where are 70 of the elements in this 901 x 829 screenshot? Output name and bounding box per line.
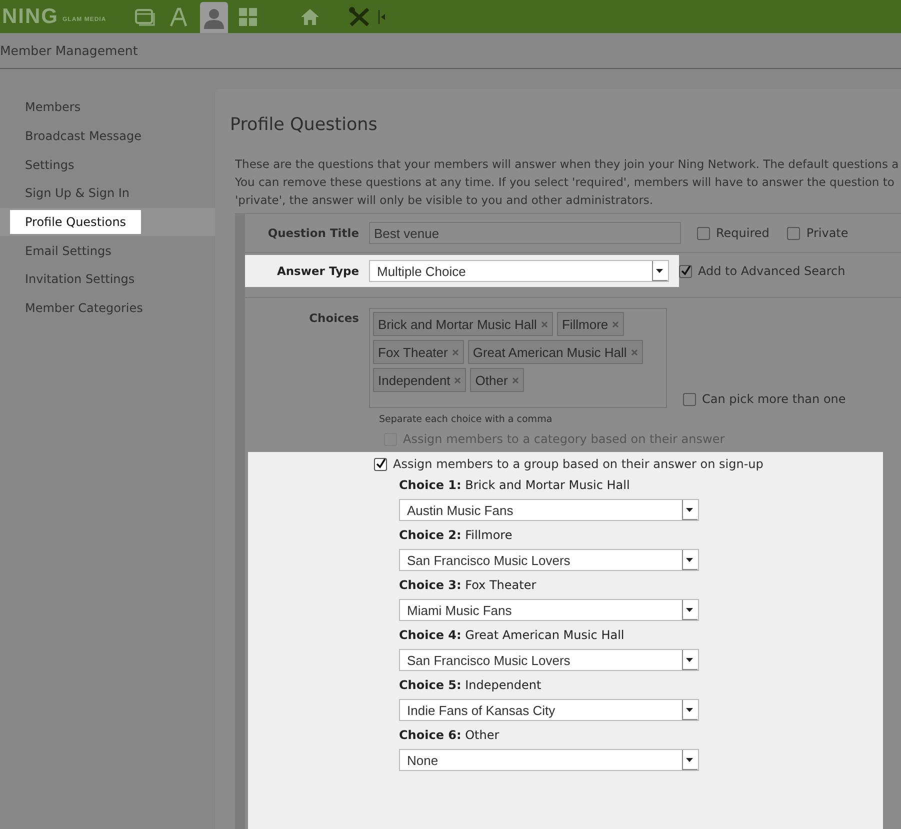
group-select[interactable]: San Francisco Music Lovers [399,549,699,571]
remove-icon[interactable] [454,376,462,384]
checkbox-label: Private [806,226,848,240]
checkbox-label: Can pick more than one [702,392,846,406]
choice-label: Choice 6: Other [399,728,500,742]
intro-text: You can remove these questions at any time. If you select 'required', members will have to answer the question to [235,174,896,191]
dropdown-arrow-icon [682,750,698,770]
choice-tag: Fox Theater [373,340,464,364]
sidebar-item[interactable]: Members [10,95,96,120]
group-select[interactable]: Indie Fans of Kansas City [399,699,699,721]
checkbox[interactable] [787,226,800,240]
sidebar-item[interactable]: Email Settings [10,238,126,263]
choice-tag: Fillmore [556,312,624,336]
sidebar-item[interactable]: Settings [10,152,90,177]
checkbox[interactable] [683,392,696,406]
answer-type-select[interactable]: Multiple Choice [369,260,669,282]
home-icon [301,8,320,24]
sidebar-item[interactable]: Profile Questions [10,210,142,234]
hint-text: Separate each choice with a comma [379,414,554,425]
sidebar-item[interactable]: Sign Up & Sign In [10,181,145,206]
dropdown-arrow-icon [682,550,698,570]
choice-tag: Brick and Mortar Music Hall [373,312,553,336]
choice-label: Choice 4: Great American Music Hall [399,628,626,642]
remove-icon[interactable] [630,348,638,356]
dropdown-arrow-icon [682,650,698,670]
nav-tab[interactable] [200,2,228,33]
intro-text: These are the questions that your members will answer when they join your Ning Network. The default questions a [235,156,900,173]
checkbox-label: Required [716,226,770,240]
caret-icon[interactable] [378,10,386,24]
dropdown-arrow-icon [652,261,668,281]
grid-icon [239,8,258,26]
field-label: Answer Type [276,264,359,278]
choice-tag: Great American Music Hall [468,340,643,364]
remove-icon[interactable] [612,320,620,328]
field-label: Choices [309,311,359,325]
field-label: Question Title [268,226,359,240]
checkbox[interactable] [679,264,692,278]
sidebar-item[interactable]: Invitation Settings [10,267,150,292]
remove-icon[interactable] [452,348,459,356]
dropdown-arrow-icon [682,500,698,520]
choice-tag: Independent [373,368,466,392]
page-title: Member Management [0,43,138,58]
person-icon [203,6,226,28]
choice-tag: Other [470,368,524,392]
choices-field[interactable]: Brick and Mortar Music Hall Fillmore Fox Theater Great American Music Hall Independent Other [369,308,667,408]
sidebar-item[interactable]: Member Categories [10,296,158,320]
remove-icon[interactable] [540,320,548,328]
intro-text: 'private', the answer will only be visible to you and other administrators. [235,192,654,209]
group-select[interactable]: None [399,749,699,771]
section-title: Profile Questions [230,115,378,135]
choice-label: Choice 2: Fillmore [399,528,514,542]
window-icon [135,8,156,26]
dropdown-arrow-icon [682,600,698,620]
checkbox[interactable] [374,458,387,470]
tools-icon [348,6,370,26]
checkbox[interactable] [697,226,710,240]
sidebar-item[interactable]: Broadcast Message [10,124,157,148]
remove-icon[interactable] [512,376,519,384]
dropdown-arrow-icon [682,700,698,720]
choice-label: Choice 5: Independent [399,678,542,692]
choice-label: Choice 1: Brick and Mortar Music Hall [399,478,631,492]
choice-label: Choice 3: Fox Theater [399,578,538,592]
checkbox-label: Assign members to a group based on their answer on sign-up [393,457,764,471]
question-title-field[interactable]: Best venue [369,222,681,244]
group-select[interactable]: San Francisco Music Lovers [399,649,699,671]
group-select[interactable]: Austin Music Fans [399,499,699,521]
font-icon [169,6,190,26]
checkbox-label: Add to Advanced Search [698,264,846,278]
group-select[interactable]: Miami Music Fans [399,599,699,621]
logo: NING [2,4,58,28]
